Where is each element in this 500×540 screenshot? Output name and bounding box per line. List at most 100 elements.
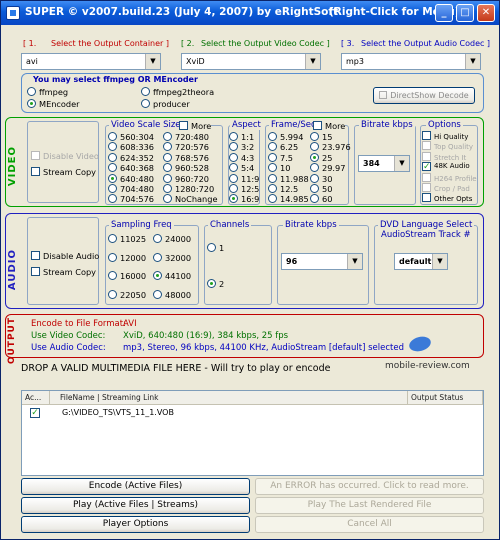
fps-radio[interactable]: 23.976 <box>310 142 351 152</box>
scale-radio[interactable]: 720:576 <box>163 142 209 152</box>
fps-label: 50 <box>322 184 333 194</box>
video-option-checkbox[interactable]: Hi Quality <box>422 131 468 141</box>
video-option-checkbox[interactable]: Crop / Pad <box>422 183 470 193</box>
file-list[interactable]: Ac... FileName | Streaming Link Output S… <box>21 390 484 476</box>
col-header-status[interactable]: Output Status <box>408 391 483 405</box>
scale-radio[interactable]: 624:352 <box>108 152 154 163</box>
fps-radio[interactable]: 25 <box>310 152 332 163</box>
file-active-checkbox[interactable]: ✓ <box>30 408 40 418</box>
fps-radio[interactable]: 30 <box>310 173 332 184</box>
fps-radio[interactable]: 10 <box>268 163 290 173</box>
fps-radio[interactable]: 15 <box>310 132 332 142</box>
encode-button[interactable]: Encode (Active Files) <box>21 478 250 495</box>
fps-radio[interactable]: 12.5 <box>268 184 298 194</box>
scale-radio[interactable]: 720:480 <box>163 132 209 142</box>
scale-radio[interactable]: 1280:720 <box>163 184 214 194</box>
title-bar[interactable]: SUPER © v2007.build.23 (July 4, 2007) by… <box>1 1 499 25</box>
chevron-down-icon[interactable]: ▼ <box>432 254 447 269</box>
radio-indicator <box>108 289 117 299</box>
col-header-filename[interactable]: FileName | Streaming Link <box>50 391 408 405</box>
close-icon[interactable]: ✕ <box>477 4 495 22</box>
audio-bitrate-select[interactable]: 96 ▼ <box>281 253 363 270</box>
audio-codec-select[interactable]: mp3 ▼ <box>341 53 481 70</box>
freq-radio[interactable]: 11025 <box>108 234 146 244</box>
video-options-title: Options <box>426 120 463 130</box>
aspect-radio[interactable]: 11:9 <box>229 173 259 184</box>
fps-radio[interactable]: 50 <box>310 184 332 194</box>
scale-radio[interactable]: 960:528 <box>163 163 209 173</box>
freq-label: 44100 <box>165 271 192 281</box>
scale-radio[interactable]: 960:720 <box>163 173 209 184</box>
video-bitrate-select[interactable]: 384 ▼ <box>358 155 410 172</box>
freq-radio[interactable]: 16000 <box>108 271 146 281</box>
freq-radio[interactable]: 32000 <box>153 252 191 263</box>
scale-more-checkbox[interactable]: More <box>179 121 212 131</box>
scale-more-label: More <box>191 121 212 131</box>
chevron-down-icon[interactable]: ▼ <box>394 156 409 171</box>
fps-radio[interactable]: 60 <box>310 194 332 204</box>
disable-video-checkbox[interactable]: Disable Video <box>31 151 99 161</box>
table-row[interactable]: ✓ G:\VIDEO_TS\VTS_11_1.VOB <box>22 406 483 420</box>
cancel-all-button[interactable]: Cancel All <box>255 516 484 533</box>
channel-2-radio[interactable]: 2 <box>207 279 224 289</box>
channel-1-radio[interactable]: 1 <box>207 243 224 253</box>
scale-radio[interactable]: 640:368 <box>108 163 154 173</box>
video-option-checkbox[interactable]: Stretch It <box>422 151 466 162</box>
encoder-ffmpeg-radio[interactable]: ffmpeg <box>27 87 68 97</box>
aspect-radio[interactable]: 1:1 <box>229 132 254 142</box>
video-option-checkbox[interactable]: Other Opts <box>422 193 472 203</box>
maximize-icon[interactable]: □ <box>456 4 474 22</box>
scale-radio[interactable]: 704:480 <box>108 184 154 194</box>
video-stream-copy-checkbox[interactable]: Stream Copy <box>31 167 96 177</box>
play-last-button[interactable]: Play The Last Rendered File <box>255 497 484 514</box>
container-select[interactable]: avi ▼ <box>21 53 161 70</box>
chevron-down-icon[interactable]: ▼ <box>465 54 480 69</box>
chevron-down-icon[interactable]: ▼ <box>145 54 160 69</box>
freq-radio[interactable]: 24000 <box>153 234 191 244</box>
col-header-active[interactable]: Ac... <box>22 391 50 405</box>
fps-radio[interactable]: 29.97 <box>310 163 345 173</box>
minimize-icon[interactable]: _ <box>435 4 453 22</box>
aspect-radio[interactable]: 12:5 <box>229 184 259 194</box>
fps-radio[interactable]: 6.25 <box>268 142 298 152</box>
player-options-button[interactable]: Player Options <box>21 516 250 533</box>
encoder-producer-radio[interactable]: producer <box>141 99 190 109</box>
fps-radio[interactable]: 11.988 <box>268 173 309 184</box>
radio-indicator <box>108 163 117 173</box>
play-button[interactable]: Play (Active Files | Streams) <box>21 497 250 514</box>
freq-radio[interactable]: 12000 <box>108 252 146 263</box>
error-info-button[interactable]: An ERROR has occurred. Click to read mor… <box>255 478 484 495</box>
scale-radio[interactable]: NoChange <box>163 194 217 204</box>
chevron-down-icon[interactable]: ▼ <box>347 254 362 269</box>
scale-radio[interactable]: 608:336 <box>108 142 154 152</box>
fps-radio[interactable]: 14.985 <box>268 194 309 204</box>
output-format-label: Encode to File Format: <box>31 319 126 329</box>
freq-radio[interactable]: 44100 <box>153 271 191 281</box>
audio-stream-copy-label: Stream Copy <box>43 267 96 277</box>
freq-radio[interactable]: 48000 <box>153 289 191 300</box>
video-option-checkbox[interactable]: ✓ 48K Audio <box>422 162 470 172</box>
video-option-checkbox[interactable]: Top Quality <box>422 141 473 151</box>
freq-radio[interactable]: 22050 <box>108 289 146 300</box>
chevron-down-icon[interactable]: ▼ <box>305 54 320 69</box>
encoder-mencoder-radio[interactable]: MEncoder <box>27 99 80 109</box>
scale-radio[interactable]: 768:576 <box>163 152 209 163</box>
disable-audio-checkbox[interactable]: Disable Audio <box>31 251 99 261</box>
dvd-track-select[interactable]: default ▼ <box>394 253 448 270</box>
encoder-ffmpeg2theora-radio[interactable]: ffmpeg2theora <box>141 87 214 97</box>
scale-radio[interactable]: 560:304 <box>108 132 154 142</box>
scale-radio[interactable]: 704:576 <box>108 194 154 204</box>
video-option-checkbox[interactable]: H264 Profile <box>422 172 477 183</box>
aspect-radio[interactable]: 4:3 <box>229 152 254 163</box>
aspect-radio[interactable]: 16:9 <box>229 194 259 204</box>
audio-stream-copy-checkbox[interactable]: Stream Copy <box>31 267 96 277</box>
aspect-radio[interactable]: 3:2 <box>229 142 254 152</box>
fps-radio[interactable]: 7.5 <box>268 152 293 163</box>
video-codec-select[interactable]: XviD ▼ <box>181 53 321 70</box>
fps-more-checkbox[interactable]: More <box>313 121 346 131</box>
scale-radio[interactable]: 640:480 <box>108 173 154 184</box>
directshow-decode-checkbox[interactable]: DirectShow Decode <box>373 87 475 104</box>
aspect-radio[interactable]: 5:4 <box>229 163 254 173</box>
video-option-label: 48K Audio <box>434 162 470 171</box>
fps-radio[interactable]: 5.994 <box>268 132 303 142</box>
